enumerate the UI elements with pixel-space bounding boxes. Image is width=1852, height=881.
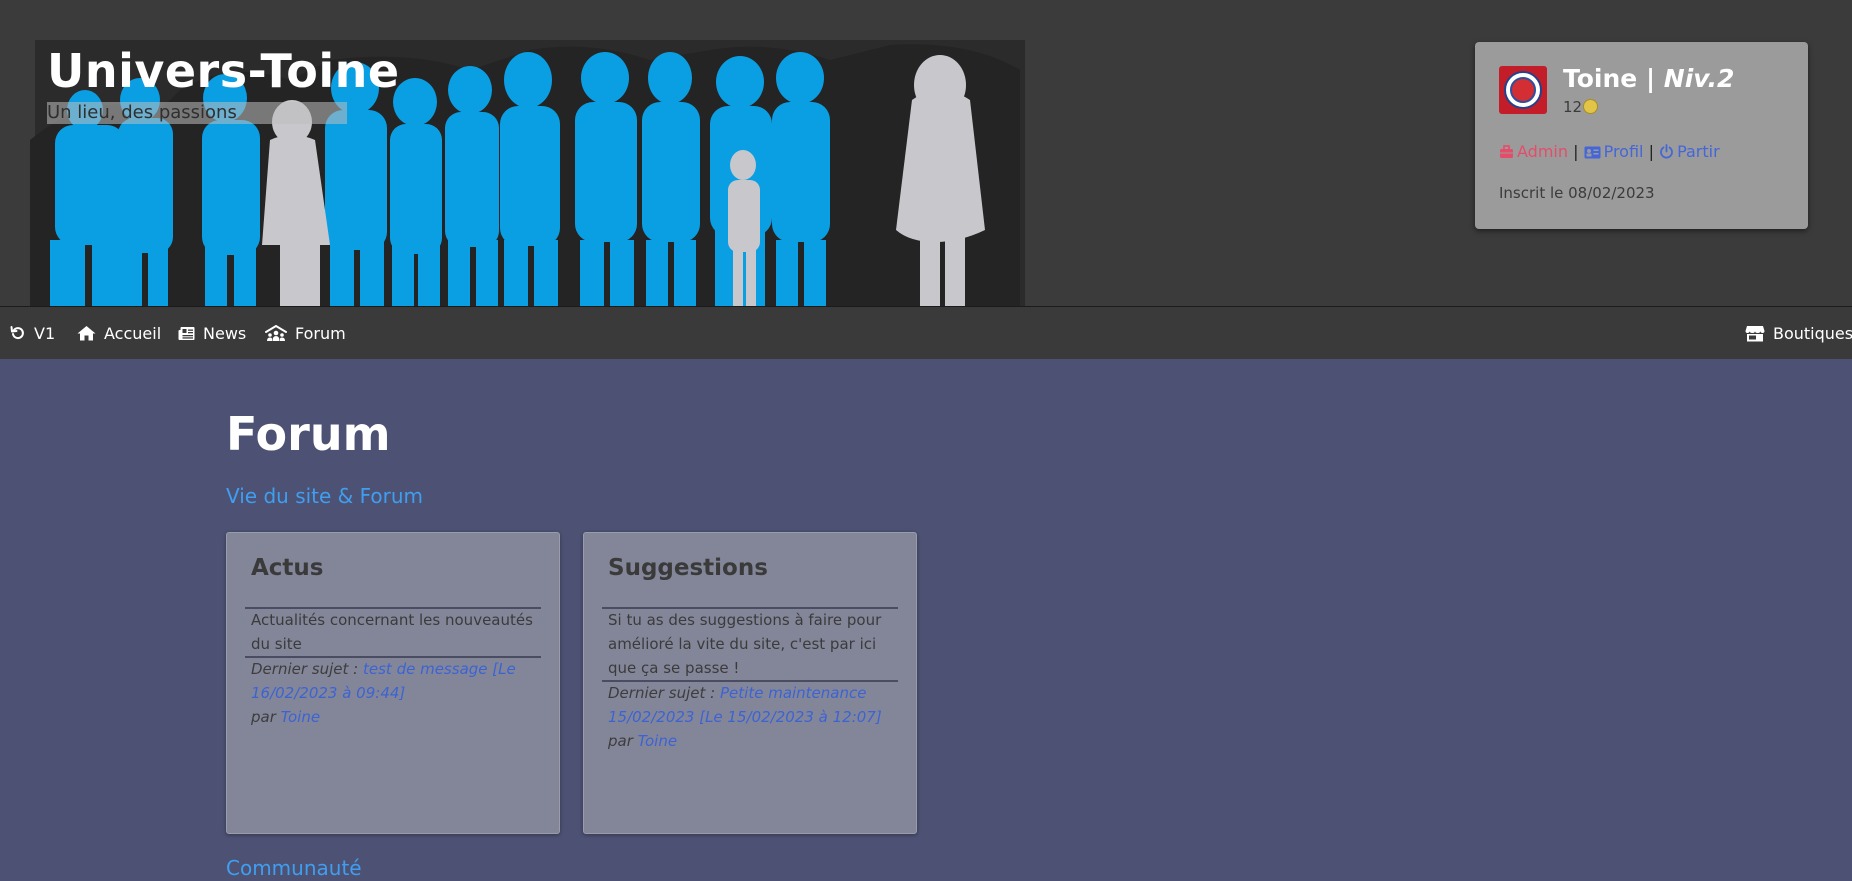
avatar[interactable] xyxy=(1499,66,1547,114)
forum-card-title[interactable]: Suggestions xyxy=(608,555,768,581)
coins-icon xyxy=(1583,99,1599,114)
section-title-communaute[interactable]: Communauté xyxy=(226,856,362,880)
site-title[interactable]: Univers-Toine xyxy=(47,40,400,102)
site-header: Univers-Toine Un lieu, des passions Toin… xyxy=(0,0,1852,306)
forum-card-actus[interactable]: Actus Actualités concernant les nouveaut… xyxy=(226,532,560,834)
forum-card-suggestions[interactable]: Suggestions Si tu as des suggestions à f… xyxy=(583,532,917,834)
store-icon xyxy=(1745,325,1765,341)
coin-count: 12 xyxy=(1563,98,1583,116)
newspaper-icon xyxy=(178,326,195,340)
user-links: Admin | Profil | Partir xyxy=(1499,142,1720,161)
forum-card-description: Actualités concernant les nouveautés du … xyxy=(251,611,533,653)
main-navbar: V1 Accueil News Forum Boutiques xyxy=(0,306,1852,359)
nav-accueil[interactable]: Accueil xyxy=(77,307,161,359)
coin-balance: 12 xyxy=(1563,98,1599,116)
user-panel: Toine | Niv.2 12 Admin | Profil | Partir… xyxy=(1475,42,1808,229)
author-link[interactable]: Toine xyxy=(281,708,320,726)
site-tagline: Un lieu, des passions xyxy=(47,102,347,124)
profile-link[interactable]: Profil xyxy=(1584,142,1643,161)
registration-date: Inscrit le 08/02/2023 xyxy=(1499,184,1655,202)
admin-link[interactable]: Admin xyxy=(1499,142,1568,161)
power-icon xyxy=(1660,144,1673,159)
link-separator: | xyxy=(1573,142,1579,161)
undo-icon xyxy=(10,326,24,340)
nav-forum[interactable]: Forum xyxy=(265,307,346,359)
link-separator: | xyxy=(1648,142,1654,161)
people-roof-icon xyxy=(265,324,287,341)
user-name-level: Toine | Niv.2 xyxy=(1563,64,1734,93)
forum-card-last-topic: Dernier sujet : test de message [Le 16/0… xyxy=(251,660,516,726)
forum-card-title[interactable]: Actus xyxy=(251,555,324,581)
nav-boutiques[interactable]: Boutiques xyxy=(1745,307,1852,359)
section-title-vie-du-site[interactable]: Vie du site & Forum xyxy=(226,484,423,508)
forum-card-last-topic: Dernier sujet : Petite maintenance 15/02… xyxy=(608,684,882,750)
logout-link[interactable]: Partir xyxy=(1659,142,1720,161)
user-level: Niv.2 xyxy=(1663,64,1735,93)
user-name: Toine xyxy=(1563,64,1638,93)
page-title: Forum xyxy=(226,407,391,461)
nav-news[interactable]: News xyxy=(178,307,246,359)
toolbox-icon xyxy=(1500,145,1513,158)
nav-v1[interactable]: V1 xyxy=(10,307,55,359)
author-link[interactable]: Toine xyxy=(638,732,677,750)
forum-card-description: Si tu as des suggestions à faire pour am… xyxy=(608,611,882,677)
name-separator: | xyxy=(1637,64,1664,93)
id-card-icon xyxy=(1584,146,1601,159)
home-icon xyxy=(77,326,96,341)
